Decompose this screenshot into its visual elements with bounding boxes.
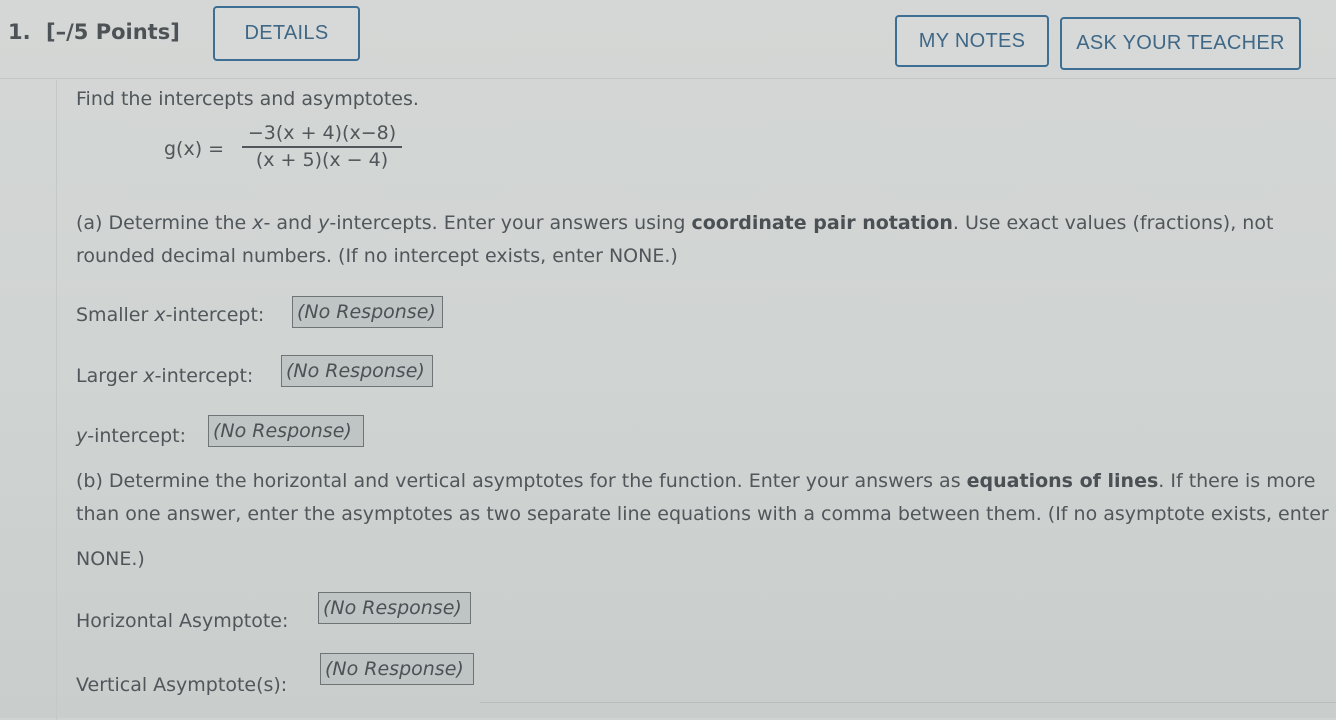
y-intercept-response[interactable]: (No Response)	[208, 415, 364, 447]
label-text: -intercept:	[165, 304, 265, 326]
part-b-bold-text: equations of lines	[966, 470, 1159, 492]
x-variable: x	[143, 365, 155, 387]
part-b-instructions-line2: than one answer, enter the asymptotes as…	[76, 503, 1329, 525]
part-a-text: -intercepts. Enter your answers using	[329, 212, 692, 234]
formula-numerator: −3(x + 4)(x−8)	[247, 122, 397, 144]
bottom-divider	[480, 702, 1336, 703]
label-text: -intercept:	[154, 365, 254, 387]
part-a-text: - and	[263, 212, 319, 234]
details-button[interactable]: DETAILS	[213, 6, 360, 61]
x-variable: x	[154, 304, 166, 326]
vertical-asymptotes-label: Vertical Asymptote(s):	[76, 674, 288, 696]
header-divider	[0, 78, 1336, 79]
prompt-text: Find the intercepts and asymptotes.	[76, 88, 419, 110]
part-b-instructions-line3: NONE.)	[76, 548, 145, 570]
horizontal-asymptote-label: Horizontal Asymptote:	[76, 610, 289, 632]
question-number: 1.	[8, 20, 31, 44]
my-notes-button[interactable]: MY NOTES	[895, 15, 1049, 67]
label-text: Larger	[76, 365, 144, 387]
formula-denominator: (x + 5)(x − 4)	[255, 149, 389, 171]
horizontal-asymptote-response[interactable]: (No Response)	[318, 592, 471, 624]
smaller-x-intercept-label: Smaller x-intercept:	[76, 304, 264, 326]
part-b-text: (b) Determine the horizontal and vertica…	[76, 470, 967, 492]
x-variable: x	[252, 212, 264, 234]
part-b-text: . If there is more	[1158, 470, 1316, 492]
question-points: [–/5 Points]	[46, 20, 180, 44]
y-intercept-label: y-intercept:	[76, 425, 186, 447]
larger-x-intercept-response[interactable]: (No Response)	[281, 355, 433, 387]
part-a-bold-text: coordinate pair notation	[691, 212, 953, 234]
smaller-x-intercept-response[interactable]: (No Response)	[292, 296, 443, 328]
ask-your-teacher-button[interactable]: ASK YOUR TEACHER	[1060, 17, 1301, 70]
part-a-instructions-line2: rounded decimal numbers. (If no intercep…	[76, 245, 678, 267]
formula-lhs: g(x) =	[164, 138, 225, 160]
part-a-text: . Use exact values (fractions), not	[952, 212, 1274, 234]
part-b-instructions-line1: (b) Determine the horizontal and vertica…	[76, 470, 1315, 492]
vertical-asymptotes-response[interactable]: (No Response)	[320, 653, 474, 685]
question-header: 1. [–/5 Points] DETAILS MY NOTES ASK YOU…	[0, 0, 1336, 78]
formula-fraction: −3(x + 4)(x−8) (x + 5)(x − 4)	[242, 122, 402, 171]
y-variable: y	[318, 212, 330, 234]
part-a-instructions-line1: (a) Determine the x- and y-intercepts. E…	[76, 212, 1273, 234]
part-a-text: (a) Determine the	[76, 212, 253, 234]
y-variable: y	[76, 425, 88, 447]
label-text: -intercept:	[87, 425, 187, 447]
larger-x-intercept-label: Larger x-intercept:	[76, 365, 253, 387]
label-text: Smaller	[76, 304, 155, 326]
